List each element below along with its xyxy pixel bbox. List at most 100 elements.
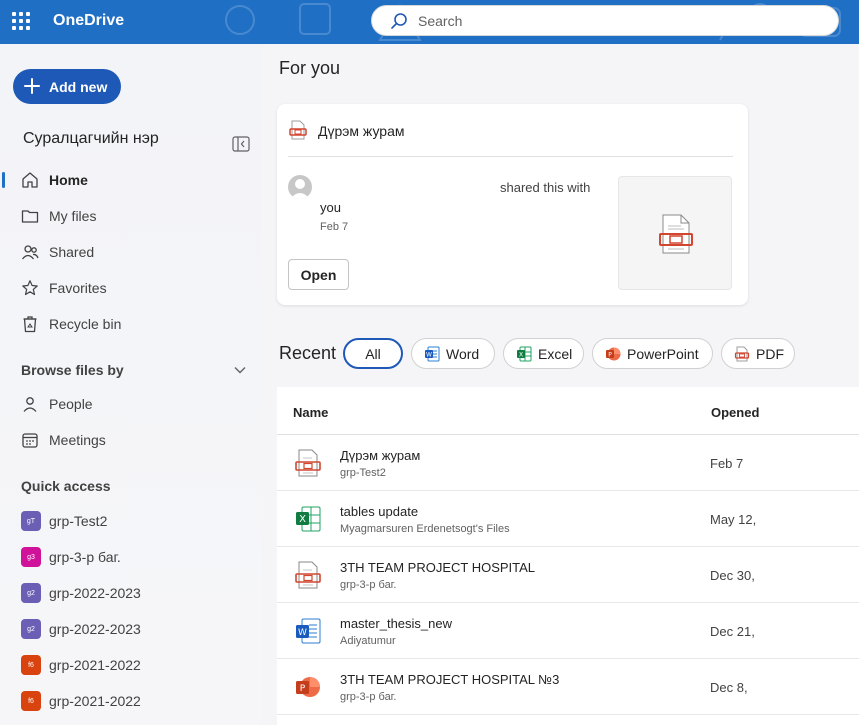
quick-access-label: grp-2021-2022 bbox=[49, 693, 141, 709]
filter-label: Word bbox=[446, 345, 480, 362]
file-name[interactable]: 3TH TEAM PROJECT HOSPITAL bbox=[340, 560, 535, 575]
quick-access-label: grp-3-р баг. bbox=[49, 549, 121, 565]
excel-icon: X bbox=[296, 506, 321, 532]
file-location: Adiyatumur bbox=[340, 635, 396, 647]
pdf-icon bbox=[659, 214, 693, 254]
browse-files-heading[interactable]: Browse files by bbox=[21, 362, 124, 378]
filter-excel[interactable]: X Excel bbox=[503, 338, 584, 369]
calendar-icon bbox=[22, 433, 38, 448]
star-icon bbox=[22, 280, 38, 296]
filter-word[interactable]: W Word bbox=[411, 338, 495, 369]
quick-access-item[interactable]: f6 grp-2021-2022 bbox=[0, 684, 262, 716]
file-opened-date: Dec 21, bbox=[710, 624, 755, 639]
sidebar-item-label: My files bbox=[49, 208, 97, 224]
sidebar-item-meetings[interactable]: Meetings bbox=[0, 424, 262, 456]
group-avatar: g3 bbox=[21, 547, 41, 567]
quick-access-item[interactable]: g3 grp-3-р баг. bbox=[0, 540, 262, 572]
sidebar-item-home[interactable]: Home bbox=[0, 164, 262, 196]
table-row[interactable]: Дүрэм журам grp-Test2 Feb 7 bbox=[277, 435, 859, 491]
app-launcher-icon[interactable] bbox=[12, 12, 30, 30]
pdf-icon bbox=[295, 561, 321, 589]
search-box[interactable] bbox=[371, 5, 839, 36]
sidebar-item-label: Recycle bin bbox=[49, 316, 122, 332]
file-name[interactable]: Дүрэм журам bbox=[340, 448, 420, 463]
file-location: grp-3-р баг. bbox=[340, 579, 397, 591]
recent-heading: Recent bbox=[279, 343, 337, 363]
quick-access-item[interactable]: g2 grp-2022-2023 bbox=[0, 612, 262, 644]
add-new-button[interactable]: Add new bbox=[13, 69, 121, 104]
group-avatar: f6 bbox=[21, 691, 41, 711]
sidebar-item-my-files[interactable]: My files bbox=[0, 200, 262, 232]
collapse-pane-icon[interactable] bbox=[232, 136, 250, 152]
brand-title[interactable]: OneDrive bbox=[53, 12, 124, 30]
pdf-icon bbox=[289, 120, 307, 140]
folder-icon bbox=[21, 210, 39, 223]
card-file-title[interactable]: Дүрэм журам bbox=[318, 123, 405, 139]
group-avatar: g2 bbox=[21, 583, 41, 603]
table-row[interactable]: W master_thesis_new Adiyatumur Dec 21, bbox=[277, 603, 859, 659]
group-avatar: g2 bbox=[21, 619, 41, 639]
quick-access-item[interactable]: gT grp-Test2 bbox=[0, 504, 262, 536]
quick-access-item[interactable]: f6 grp-2021-2022 bbox=[0, 648, 262, 680]
people-icon bbox=[21, 245, 39, 260]
quick-access-label: grp-Test2 bbox=[49, 513, 108, 529]
shared-date: Feb 7 bbox=[320, 221, 349, 233]
card-divider bbox=[288, 156, 733, 157]
powerpoint-icon: P bbox=[606, 347, 621, 360]
quick-access-item[interactable]: g2 grp-2022-2023 bbox=[0, 576, 262, 608]
add-new-label: Add new bbox=[49, 78, 108, 95]
shared-file-card[interactable]: Дүрэм журам shared this with you Feb 7 O… bbox=[277, 104, 748, 305]
shared-text: shared this with bbox=[500, 180, 591, 195]
file-name[interactable]: master_thesis_new bbox=[340, 616, 452, 631]
file-location: Myagmarsuren Erdenetsogt's Files bbox=[340, 523, 510, 535]
home-icon bbox=[22, 172, 38, 188]
recent-files-table: Name Opened Дүрэм журам grp-Test2 Feb 7 … bbox=[277, 387, 859, 725]
filter-all[interactable]: All bbox=[343, 338, 403, 369]
search-icon bbox=[391, 13, 407, 29]
powerpoint-icon: P bbox=[296, 677, 320, 697]
open-button[interactable]: Open bbox=[288, 259, 349, 290]
sidebar-item-people[interactable]: People bbox=[0, 388, 262, 420]
word-icon: W bbox=[296, 618, 321, 644]
filter-powerpoint[interactable]: P PowerPoint bbox=[592, 338, 713, 369]
sidebar-item-label: People bbox=[49, 396, 93, 412]
file-location: grp-3-р баг. bbox=[340, 691, 397, 703]
sidebar-item-favorites[interactable]: Favorites bbox=[0, 272, 262, 304]
file-opened-date: Feb 7 bbox=[710, 456, 744, 471]
recycle-bin-icon bbox=[23, 316, 37, 333]
quick-access-label: grp-2021-2022 bbox=[49, 657, 141, 673]
svg-text:W: W bbox=[426, 351, 432, 358]
table-row[interactable]: X tables update Myagmarsuren Erdenetsogt… bbox=[277, 491, 859, 547]
quick-access-label: grp-2022-2023 bbox=[49, 585, 141, 601]
sidebar-item-recycle-bin[interactable]: Recycle bin bbox=[0, 308, 262, 340]
svg-text:X: X bbox=[519, 351, 523, 358]
file-location: grp-Test2 bbox=[340, 467, 386, 479]
table-row[interactable]: 3TH TEAM PROJECT HOSPITAL grp-3-р баг. D… bbox=[277, 547, 859, 603]
group-avatar: gT bbox=[21, 511, 41, 531]
sidebar-item-label: Home bbox=[49, 172, 88, 188]
svg-text:P: P bbox=[300, 684, 306, 694]
column-header-name[interactable]: Name bbox=[293, 405, 328, 420]
file-opened-date: Dec 8, bbox=[710, 680, 748, 695]
svg-text:X: X bbox=[299, 514, 306, 525]
excel-icon: X bbox=[517, 346, 532, 361]
table-row[interactable]: P 3TH TEAM PROJECT HOSPITAL №3 grp-3-р б… bbox=[277, 659, 859, 715]
search-input[interactable] bbox=[418, 12, 818, 30]
pdf-icon bbox=[295, 449, 321, 477]
svg-text:W: W bbox=[298, 628, 307, 638]
user-name: Суралцагчийн нэр bbox=[23, 130, 159, 147]
table-header: Name Opened bbox=[277, 387, 859, 435]
sidebar-item-shared[interactable]: Shared bbox=[0, 236, 262, 268]
pdf-icon bbox=[734, 346, 750, 361]
for-you-heading: For you bbox=[279, 58, 341, 78]
sidebar-item-label: Favorites bbox=[49, 280, 107, 296]
main-content: For you Дүрэм журам shared this with you… bbox=[262, 44, 859, 725]
chevron-down-icon[interactable] bbox=[233, 363, 247, 377]
filter-pdf[interactable]: PDF bbox=[721, 338, 795, 369]
quick-access-label: grp-2022-2023 bbox=[49, 621, 141, 637]
file-name[interactable]: 3TH TEAM PROJECT HOSPITAL №3 bbox=[340, 672, 559, 687]
file-name[interactable]: tables update bbox=[340, 504, 418, 519]
top-bar: OneDrive bbox=[0, 0, 859, 44]
column-header-opened[interactable]: Opened bbox=[711, 405, 759, 420]
file-thumbnail[interactable] bbox=[618, 176, 732, 290]
